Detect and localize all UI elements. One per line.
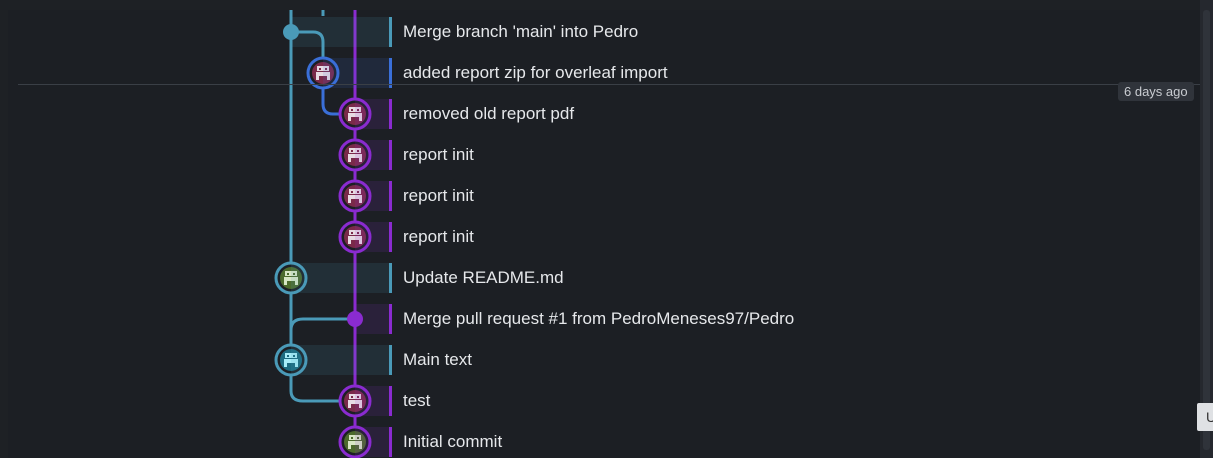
commit-graph-panel: Merge branch 'main' into Pedro added repo…: [8, 10, 1200, 458]
branch-color-marker: [389, 222, 392, 252]
vertical-scrollbar[interactable]: [1200, 0, 1213, 458]
commit-row-highlight: [355, 386, 389, 416]
commit-row-highlight: [355, 140, 389, 170]
commit-message: test: [403, 391, 431, 410]
commit-row[interactable]: Main text: [8, 339, 1200, 380]
commit-row[interactable]: Merge branch 'main' into Pedro: [8, 11, 1200, 52]
branch-color-marker: [389, 386, 392, 416]
branch-color-marker: [389, 17, 392, 47]
tooltip-edge: U: [1197, 403, 1213, 431]
commit-message: report init: [403, 227, 474, 246]
commit-row[interactable]: Initial commit: [8, 421, 1200, 458]
commit-row-highlight: [355, 222, 389, 252]
branch-color-marker: [389, 427, 392, 457]
commit-row[interactable]: report init: [8, 134, 1200, 175]
commit-message: report init: [403, 186, 474, 205]
commit-message: report init: [403, 145, 474, 164]
branch-color-marker: [389, 99, 392, 129]
commit-row-highlight: [355, 427, 389, 457]
date-divider-label: 6 days ago: [1118, 82, 1194, 101]
commit-row[interactable]: added report zip for overleaf import: [8, 52, 1200, 93]
branch-color-marker: [389, 181, 392, 211]
commit-row[interactable]: Merge pull request #1 from PedroMeneses9…: [8, 298, 1200, 339]
commit-row[interactable]: Update README.md: [8, 257, 1200, 298]
commit-row[interactable]: test: [8, 380, 1200, 421]
commit-message: Update README.md: [403, 268, 564, 287]
commit-row-highlight: [291, 345, 389, 375]
scrollbar-thumb[interactable]: [1203, 10, 1210, 450]
commit-row[interactable]: removed old report pdf: [8, 93, 1200, 134]
branch-color-marker: [389, 345, 392, 375]
commit-row-highlight: [291, 263, 389, 293]
commit-message: removed old report pdf: [403, 104, 575, 123]
commit-message: Main text: [403, 350, 472, 369]
date-divider-line: [18, 84, 1200, 85]
commit-row[interactable]: report init: [8, 175, 1200, 216]
commit-message: Merge pull request #1 from PedroMeneses9…: [403, 309, 795, 328]
commit-message: Merge branch 'main' into Pedro: [403, 22, 639, 41]
commit-row-highlight: [355, 99, 389, 129]
commit-message: Initial commit: [403, 432, 503, 451]
commit-row-highlight: [355, 181, 389, 211]
commit-row-highlight: [355, 304, 389, 334]
branch-color-marker: [389, 304, 392, 334]
commit-message: added report zip for overleaf import: [403, 63, 668, 82]
branch-color-marker: [389, 263, 392, 293]
commit-row[interactable]: report init: [8, 216, 1200, 257]
branch-color-marker: [389, 140, 392, 170]
commit-row-highlight: [291, 17, 389, 47]
